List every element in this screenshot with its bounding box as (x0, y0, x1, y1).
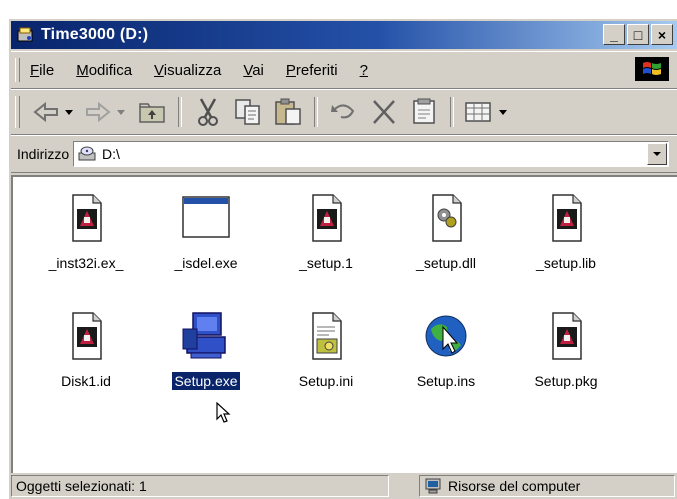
file-item[interactable]: Disk1.id (31, 311, 141, 391)
cut-icon (198, 98, 218, 126)
file-item[interactable]: _setup.1 (271, 193, 381, 273)
file-list-pane[interactable]: _inst32i.ex_ _isdel.exe _setup.1 _setup.… (11, 175, 677, 473)
back-icon (33, 101, 73, 123)
file-item[interactable]: _setup.dll (391, 193, 501, 273)
maximize-icon: □ (633, 26, 643, 43)
minimize-icon: _ (610, 26, 618, 43)
views-icon (465, 102, 507, 122)
file-item[interactable]: Setup.pkg (511, 311, 621, 391)
setup-doc-icon (552, 194, 582, 242)
forward-button[interactable] (80, 96, 132, 128)
file-name: Setup.ini (298, 373, 354, 389)
views-button[interactable] (460, 96, 516, 128)
address-field[interactable]: D:\ (73, 141, 669, 167)
address-bar: Indirizzo D:\ (11, 135, 677, 173)
menu-preferiti[interactable]: Preferiti (286, 62, 338, 79)
file-name: Disk1.id (61, 373, 111, 389)
menu-file[interactable]: File (30, 62, 54, 79)
status-spacer (389, 475, 419, 497)
back-button[interactable] (28, 96, 80, 128)
setup-doc-icon (552, 312, 582, 360)
globe-script-icon (425, 315, 467, 357)
file-name: Setup.ins (416, 373, 476, 389)
status-location-text: Risorse del computer (448, 478, 581, 494)
menu-grip[interactable] (15, 58, 20, 82)
properties-icon (413, 98, 435, 124)
file-item[interactable]: _isdel.exe (151, 193, 261, 273)
status-bar: Oggetti selezionati: 1 Risorse del compu… (11, 473, 677, 499)
up-button[interactable] (132, 96, 172, 128)
title-bar[interactable]: Time3000 (D:) _ □ × (11, 21, 677, 49)
status-selected-text: Oggetti selezionati: 1 (16, 478, 147, 494)
delete-button[interactable] (364, 96, 404, 128)
forward-icon (86, 101, 125, 123)
menu-bar: File Modifica Visualizza Vai Preferiti ? (11, 51, 677, 89)
folder-drive-icon (17, 27, 33, 42)
ini-settings-icon (312, 312, 342, 360)
chevron-down-icon (653, 152, 661, 156)
toolbar-separator (178, 97, 182, 127)
file-name: Setup.pkg (534, 373, 598, 389)
delete-icon (373, 100, 395, 124)
paste-button[interactable] (268, 96, 308, 128)
paste-icon (275, 98, 301, 125)
menu-vai[interactable]: Vai (243, 62, 264, 79)
menu-help[interactable]: ? (360, 62, 368, 79)
file-name: _setup.1 (299, 255, 353, 271)
up-folder-icon (139, 103, 165, 123)
copy-button[interactable] (228, 96, 268, 128)
undo-button[interactable] (324, 96, 364, 128)
undo-icon (331, 104, 355, 119)
toolbar-separator (450, 97, 454, 127)
file-item[interactable]: Setup.ins (391, 311, 501, 391)
file-name: _inst32i.ex_ (48, 255, 124, 271)
file-name: Setup.exe (172, 372, 240, 390)
address-path: D:\ (102, 146, 120, 162)
status-selected-count: Oggetti selezionati: 1 (11, 475, 389, 497)
windows-logo-icon (635, 57, 669, 81)
file-name: _isdel.exe (174, 255, 238, 271)
close-button[interactable]: × (651, 24, 673, 45)
dll-icon (432, 194, 462, 242)
window-controls: _ □ × (603, 24, 673, 45)
file-item-selected[interactable]: Setup.exe (151, 311, 261, 391)
address-dropdown-button[interactable] (647, 143, 667, 165)
menu-visualizza[interactable]: Visualizza (154, 62, 221, 79)
my-computer-icon (425, 478, 441, 494)
window-title: Time3000 (D:) (41, 26, 149, 43)
close-icon: × (657, 26, 667, 43)
setup-doc-icon (72, 194, 102, 242)
address-label: Indirizzo (17, 146, 70, 162)
window-app-icon (182, 196, 230, 238)
cd-drive-icon (78, 146, 96, 161)
menu-modifica[interactable]: Modifica (76, 62, 132, 79)
status-location: Risorse del computer (419, 475, 675, 497)
cut-button[interactable] (188, 96, 228, 128)
file-name: _setup.dll (416, 255, 476, 271)
setup-doc-icon (72, 312, 102, 360)
toolbar-grip[interactable] (15, 96, 20, 128)
properties-button[interactable] (404, 96, 444, 128)
maximize-button[interactable]: □ (627, 24, 649, 45)
file-name: _setup.lib (536, 255, 596, 271)
copy-icon (235, 99, 260, 125)
file-item[interactable]: Setup.ini (271, 311, 381, 391)
installer-computer-icon (182, 312, 226, 359)
standard-toolbar (11, 89, 677, 135)
file-item[interactable]: _setup.lib (511, 193, 621, 273)
mouse-pointer-icon (216, 402, 231, 423)
toolbar-separator (314, 97, 318, 127)
setup-doc-icon (312, 194, 342, 242)
minimize-button[interactable]: _ (603, 24, 625, 45)
explorer-window: Time3000 (D:) _ □ × File Modifica Visual… (8, 18, 677, 499)
file-item[interactable]: _inst32i.ex_ (31, 193, 141, 273)
